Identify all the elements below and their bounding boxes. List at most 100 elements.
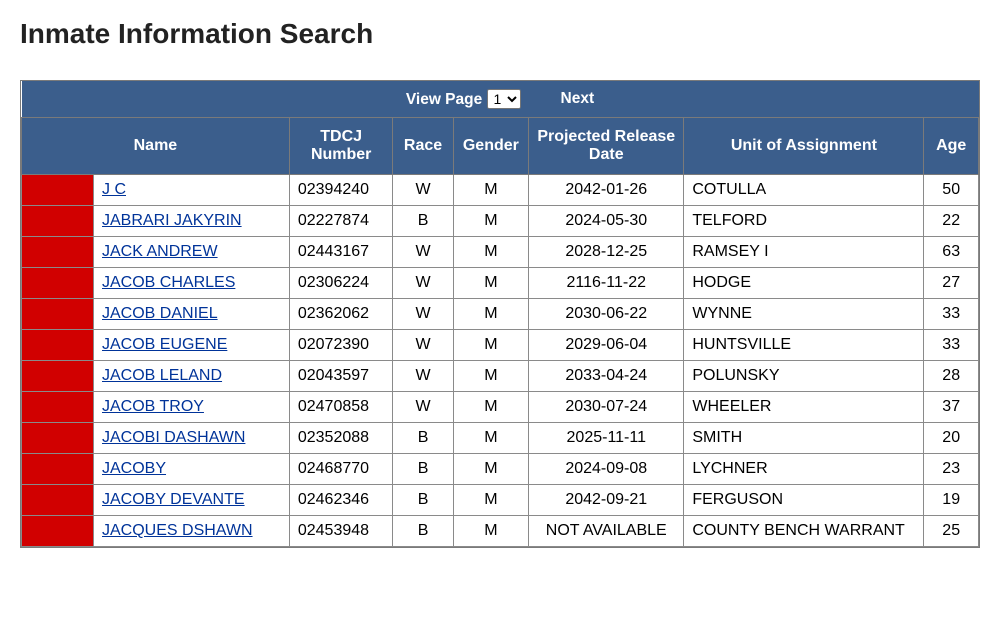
inmate-name-link[interactable]: JABRARI JAKYRIN (102, 212, 242, 229)
cell-race: B (393, 485, 453, 516)
row-marker (22, 268, 94, 299)
cell-unit: FERGUSON (684, 485, 924, 516)
cell-race: W (393, 175, 453, 206)
cell-release: 2028-12-25 (529, 237, 684, 268)
cell-release: 2030-06-22 (529, 299, 684, 330)
inmate-name-link[interactable]: JACOB CHARLES (102, 274, 235, 291)
inmate-name-link[interactable]: JACOBY DEVANTE (102, 491, 245, 508)
cell-unit: SMITH (684, 423, 924, 454)
cell-age: 28 (924, 361, 979, 392)
next-page-link[interactable]: Next (561, 90, 595, 108)
header-row: Name TDCJ Number Race Gender Projected R… (22, 118, 979, 175)
col-race: Race (393, 118, 453, 175)
inmate-name-link[interactable]: JACOBI DASHAWN (102, 429, 245, 446)
cell-name: J C (94, 175, 290, 206)
cell-tdcj: 02443167 (289, 237, 393, 268)
row-marker (22, 392, 94, 423)
cell-unit: COUNTY BENCH WARRANT (684, 516, 924, 547)
cell-race: B (393, 423, 453, 454)
cell-unit: TELFORD (684, 206, 924, 237)
cell-name: JACOB DANIEL (94, 299, 290, 330)
table-row: JACOB TROY02470858WM2030-07-24WHEELER37 (22, 392, 979, 423)
cell-race: W (393, 237, 453, 268)
cell-age: 37 (924, 392, 979, 423)
cell-name: JACOBY (94, 454, 290, 485)
cell-age: 33 (924, 299, 979, 330)
cell-unit: WYNNE (684, 299, 924, 330)
col-age: Age (924, 118, 979, 175)
cell-gender: M (453, 454, 529, 485)
results-table-wrapper: View Page 1 Next Name TDCJ Number Race G… (20, 80, 980, 548)
cell-tdcj: 02462346 (289, 485, 393, 516)
cell-unit: WHEELER (684, 392, 924, 423)
row-marker (22, 361, 94, 392)
table-row: JABRARI JAKYRIN02227874BM2024-05-30TELFO… (22, 206, 979, 237)
cell-name: JACQUES DSHAWN (94, 516, 290, 547)
cell-race: B (393, 454, 453, 485)
table-row: JACQUES DSHAWN02453948BMNOT AVAILABLECOU… (22, 516, 979, 547)
inmate-name-link[interactable]: J C (102, 181, 126, 198)
inmate-name-link[interactable]: JACOB EUGENE (102, 336, 227, 353)
cell-unit: LYCHNER (684, 454, 924, 485)
pager-row: View Page 1 Next (22, 81, 979, 118)
table-row: JACOB LELAND02043597WM2033-04-24POLUNSKY… (22, 361, 979, 392)
cell-name: JACOB CHARLES (94, 268, 290, 299)
col-release: Projected Release Date (529, 118, 684, 175)
cell-race: W (393, 268, 453, 299)
cell-release: 2025-11-11 (529, 423, 684, 454)
inmate-name-link[interactable]: JACK ANDREW (102, 243, 218, 260)
cell-gender: M (453, 485, 529, 516)
row-marker (22, 423, 94, 454)
cell-tdcj: 02072390 (289, 330, 393, 361)
cell-age: 50 (924, 175, 979, 206)
cell-name: JABRARI JAKYRIN (94, 206, 290, 237)
table-row: JACOBI DASHAWN02352088BM2025-11-11SMITH2… (22, 423, 979, 454)
cell-gender: M (453, 423, 529, 454)
cell-tdcj: 02394240 (289, 175, 393, 206)
row-marker (22, 206, 94, 237)
page-title: Inmate Information Search (20, 18, 980, 50)
cell-release: 2042-01-26 (529, 175, 684, 206)
row-marker (22, 516, 94, 547)
cell-name: JACOBY DEVANTE (94, 485, 290, 516)
cell-release: 2042-09-21 (529, 485, 684, 516)
cell-name: JACOB TROY (94, 392, 290, 423)
table-row: JACOBY DEVANTE 02462346BM2042-09-21FERGUS… (22, 485, 979, 516)
cell-release: 2033-04-24 (529, 361, 684, 392)
cell-gender: M (453, 206, 529, 237)
cell-age: 25 (924, 516, 979, 547)
inmate-name-link[interactable]: JACQUES DSHAWN (102, 522, 253, 539)
cell-release: NOT AVAILABLE (529, 516, 684, 547)
cell-tdcj: 02453948 (289, 516, 393, 547)
row-marker (22, 175, 94, 206)
cell-release: 2024-09-08 (529, 454, 684, 485)
inmate-name-link[interactable]: JACOB LELAND (102, 367, 222, 384)
cell-race: W (393, 361, 453, 392)
cell-tdcj: 02227874 (289, 206, 393, 237)
inmate-name-link[interactable]: JACOBY (102, 460, 166, 477)
cell-gender: M (453, 268, 529, 299)
cell-gender: M (453, 361, 529, 392)
cell-tdcj: 02362062 (289, 299, 393, 330)
cell-race: B (393, 516, 453, 547)
cell-unit: HUNTSVILLE (684, 330, 924, 361)
cell-race: B (393, 206, 453, 237)
table-row: J C02394240WM2042-01-26COTULLA50 (22, 175, 979, 206)
col-tdcj: TDCJ Number (289, 118, 393, 175)
cell-age: 23 (924, 454, 979, 485)
inmate-name-link[interactable]: JACOB DANIEL (102, 305, 218, 322)
cell-gender: M (453, 237, 529, 268)
row-marker (22, 299, 94, 330)
cell-gender: M (453, 330, 529, 361)
cell-name: JACOBI DASHAWN (94, 423, 290, 454)
cell-unit: COTULLA (684, 175, 924, 206)
cell-age: 19 (924, 485, 979, 516)
results-table: View Page 1 Next Name TDCJ Number Race G… (21, 81, 979, 547)
cell-release: 2029-06-04 (529, 330, 684, 361)
row-marker (22, 330, 94, 361)
page-select[interactable]: 1 (487, 89, 521, 109)
row-marker (22, 454, 94, 485)
col-gender: Gender (453, 118, 529, 175)
inmate-name-link[interactable]: JACOB TROY (102, 398, 204, 415)
cell-age: 22 (924, 206, 979, 237)
